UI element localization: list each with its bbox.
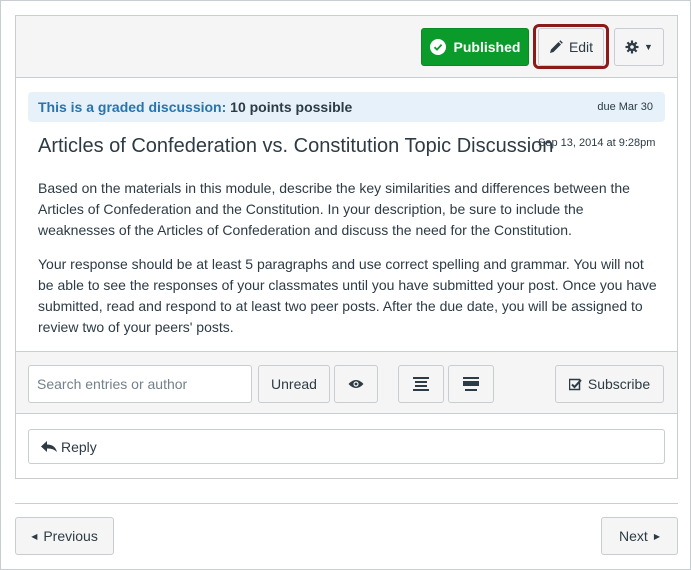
settings-menu-button[interactable]: ▼: [614, 28, 664, 66]
reply-button[interactable]: Reply: [28, 429, 665, 464]
published-button[interactable]: Published: [421, 28, 529, 66]
subscribe-label: Subscribe: [587, 376, 651, 392]
eye-icon: [348, 380, 364, 388]
caret-right-icon: ▶: [653, 531, 660, 541]
gear-icon: [625, 40, 639, 54]
unread-filter-button[interactable]: Unread: [258, 365, 330, 403]
subscribe-button[interactable]: Subscribe: [555, 365, 664, 403]
check-circle-icon: [429, 39, 446, 55]
graded-points: 10 points possible: [230, 99, 353, 115]
next-label: Next: [619, 528, 648, 544]
discussion-filter-bar: Unread: [16, 351, 677, 414]
reply-label: Reply: [61, 438, 97, 455]
collapse-threads-button[interactable]: [398, 365, 444, 403]
checkbox-checked-icon: [568, 378, 582, 390]
expand-threads-button[interactable]: [448, 365, 494, 403]
search-input[interactable]: [28, 365, 252, 403]
expand-icon: [463, 377, 479, 391]
next-button[interactable]: Next ▶: [601, 517, 678, 555]
edit-button[interactable]: Edit: [538, 28, 604, 66]
discussion-toolbar: Published Edit ▼: [16, 16, 677, 78]
chevron-down-icon: ▼: [644, 42, 653, 52]
published-label: Published: [453, 39, 521, 55]
graded-lead: This is a graded discussion:: [38, 99, 227, 115]
pagination-divider: [15, 503, 678, 504]
collapse-icon: [413, 377, 429, 391]
reply-arrow-icon: [41, 440, 57, 452]
discussion-paragraph: Based on the materials in this module, d…: [38, 180, 630, 238]
discussion-panel: Published Edit ▼ This is a graded discus…: [15, 15, 678, 479]
mark-read-button[interactable]: [334, 365, 378, 403]
discussion-paragraph: Your response should be at least 5 parag…: [38, 256, 657, 335]
edit-label: Edit: [568, 39, 594, 55]
post-timestamp: Sep 13, 2014 at 9:28pm: [538, 137, 656, 149]
discussion-title: Articles of Confederation vs. Constituti…: [38, 135, 554, 157]
caret-left-icon: ◀: [31, 531, 38, 541]
page-frame: Published Edit ▼ This is a graded discus…: [0, 0, 691, 570]
pencil-icon: [549, 40, 563, 53]
due-date: due Mar 30: [597, 101, 653, 113]
previous-button[interactable]: ◀ Previous: [15, 517, 114, 555]
previous-label: Previous: [43, 528, 98, 544]
graded-banner: This is a graded discussion: 10 points p…: [28, 92, 665, 122]
